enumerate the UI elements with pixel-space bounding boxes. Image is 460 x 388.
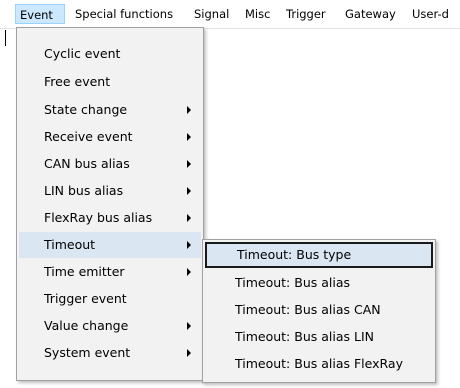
- menu-item-label: Value change: [44, 318, 129, 333]
- menu-item-label: State change: [44, 102, 128, 117]
- menu-item-can-bus-alias[interactable]: CAN bus alias: [19, 151, 201, 177]
- submenu-arrow-icon: [187, 187, 191, 195]
- menu-item-label: Timeout: Bus type: [237, 247, 352, 262]
- menu-item-label: CAN bus alias: [44, 156, 130, 171]
- menu-item-label: Timeout: Bus alias CAN: [235, 302, 381, 317]
- submenu-arrow-icon: [187, 160, 191, 168]
- menu-signal[interactable]: Signal: [194, 5, 229, 23]
- menu-item-cyclic-event[interactable]: Cyclic event: [19, 41, 201, 67]
- submenu-item-timeout-bus-type[interactable]: Timeout: Bus type: [205, 242, 433, 268]
- menu-user-defined[interactable]: User-d: [412, 5, 449, 23]
- menu-item-label: System event: [44, 345, 131, 360]
- menu-item-flexray-bus-alias[interactable]: FlexRay bus alias: [19, 205, 201, 231]
- menu-item-label: Time emitter: [44, 264, 125, 279]
- submenu-arrow-icon: [187, 268, 191, 276]
- menu-item-label: Cyclic event: [44, 46, 121, 61]
- submenu-item-timeout-bus-alias[interactable]: Timeout: Bus alias: [205, 270, 433, 296]
- menu-event[interactable]: Event: [15, 4, 65, 24]
- menu-item-free-event[interactable]: Free event: [19, 69, 201, 95]
- submenu-item-timeout-bus-alias-lin[interactable]: Timeout: Bus alias LIN: [205, 324, 433, 350]
- menu-item-value-change[interactable]: Value change: [19, 313, 201, 339]
- menu-item-timeout[interactable]: Timeout: [19, 232, 201, 258]
- menu-item-lin-bus-alias[interactable]: LIN bus alias: [19, 178, 201, 204]
- menu-item-trigger-event[interactable]: Trigger event: [19, 286, 201, 312]
- timeout-submenu: Timeout: Bus type Timeout: Bus alias Tim…: [202, 239, 436, 383]
- menu-gateway[interactable]: Gateway: [345, 5, 396, 23]
- menu-item-label: Timeout: Bus alias FlexRay: [235, 356, 403, 371]
- menu-misc[interactable]: Misc: [245, 5, 270, 23]
- menu-trigger[interactable]: Trigger: [286, 5, 326, 23]
- event-dropdown-menu: Cyclic event Free event State change Rec…: [16, 27, 204, 381]
- menu-item-label: Timeout: Bus alias LIN: [235, 329, 374, 344]
- submenu-arrow-icon: [187, 322, 191, 330]
- menu-item-label: Trigger event: [44, 291, 127, 306]
- menu-item-label: Free event: [44, 74, 111, 89]
- menu-item-receive-event[interactable]: Receive event: [19, 124, 201, 150]
- menu-item-system-event[interactable]: System event: [19, 340, 201, 366]
- menu-item-label: FlexRay bus alias: [44, 210, 153, 225]
- submenu-arrow-icon: [187, 106, 191, 114]
- submenu-arrow-icon: [187, 214, 191, 222]
- menu-item-label: Timeout: [44, 237, 96, 252]
- text-caret: [5, 30, 6, 46]
- menu-item-label: Receive event: [44, 129, 133, 144]
- menu-bar: Event Special functions Signal Misc Trig…: [0, 0, 460, 29]
- menu-item-time-emitter[interactable]: Time emitter: [19, 259, 201, 285]
- submenu-arrow-icon: [187, 349, 191, 357]
- menu-item-label: LIN bus alias: [44, 183, 124, 198]
- submenu-item-timeout-bus-alias-can[interactable]: Timeout: Bus alias CAN: [205, 297, 433, 323]
- submenu-item-timeout-bus-alias-flexray[interactable]: Timeout: Bus alias FlexRay: [205, 351, 433, 377]
- submenu-arrow-icon: [187, 241, 191, 249]
- submenu-arrow-icon: [187, 133, 191, 141]
- menu-item-label: Timeout: Bus alias: [235, 275, 351, 290]
- menu-item-state-change[interactable]: State change: [19, 97, 201, 123]
- menu-special-functions[interactable]: Special functions: [75, 5, 173, 23]
